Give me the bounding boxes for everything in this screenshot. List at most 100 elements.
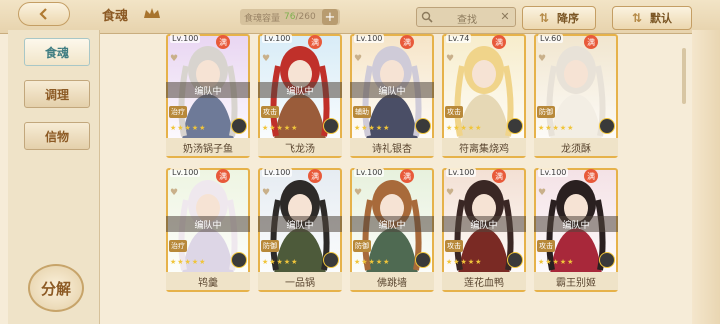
food-soul-grid: Lv.100 满 ♥ 编队中 治疗 ★★★★★ 奶汤锅子鱼 Lv.100 满 ♥… <box>166 30 676 324</box>
character-name: 佛跳墙 <box>350 272 434 290</box>
food-soul-card[interactable]: Lv.74 满 ♥ 攻击 ★★★★★ 符离集烧鸡 <box>442 34 526 158</box>
full-badge: 满 <box>400 35 414 49</box>
food-soul-card[interactable]: Lv.100 满 ♥ 编队中 治疗 ★★★★★ 奶汤锅子鱼 <box>166 34 250 158</box>
special-skill-icon <box>507 118 523 134</box>
character-name: 霸王别姬 <box>534 272 618 290</box>
star-rating: ★★★★★ <box>262 258 299 266</box>
sort-icon: ⇅ <box>631 11 643 25</box>
star-rating: ★★★★★ <box>354 124 391 132</box>
heart-icon[interactable]: ♥ <box>170 54 180 64</box>
full-badge: 满 <box>492 35 506 49</box>
star-rating: ★★★★★ <box>538 124 575 132</box>
heart-icon[interactable]: ♥ <box>354 188 364 198</box>
food-soul-card[interactable]: Lv.100 满 ♥ 编队中 辅助 ★★★★★ 诗礼银杏 <box>350 34 434 158</box>
food-soul-card[interactable]: Lv.100 满 ♥ 编队中 攻击 ★★★★★ 飞龙汤 <box>258 34 342 158</box>
search-input[interactable]: 查找 ✕ <box>416 7 516 27</box>
level-label: Lv.60 <box>538 34 564 43</box>
food-soul-card[interactable]: Lv.100 满 ♥ 编队中 攻击 ★★★★★ 莲花血鸭 <box>442 168 526 292</box>
special-skill-icon <box>231 118 247 134</box>
level-label: Lv.100 <box>262 168 293 177</box>
food-soul-card[interactable]: Lv.100 满 ♥ 编队中 防御 ★★★★★ 佛跳墙 <box>350 168 434 292</box>
star-rating: ★★★★★ <box>538 258 575 266</box>
full-badge: 满 <box>492 169 506 183</box>
team-status: 编队中 <box>166 82 250 98</box>
capacity-label: 食魂容量 <box>244 13 281 24</box>
heart-icon[interactable]: ♥ <box>446 54 456 64</box>
search-placeholder: 查找 <box>457 15 477 26</box>
star-rating: ★★★★★ <box>170 124 207 132</box>
team-status: 编队中 <box>350 82 434 98</box>
star-rating: ★★★★★ <box>446 258 483 266</box>
star-rating: ★★★★★ <box>170 258 207 266</box>
star-rating: ★★★★★ <box>262 124 299 132</box>
food-soul-card[interactable]: Lv.100 满 ♥ 编队中 攻击 ★★★★★ 霸王别姬 <box>534 168 618 292</box>
search-icon <box>421 11 433 23</box>
role-badge: 防御 <box>537 106 555 118</box>
sort-default-label: 默认 <box>650 12 673 25</box>
sort-descending-button[interactable]: ⇅ 降序 <box>522 6 596 30</box>
clear-search-button[interactable]: ✕ <box>498 10 512 24</box>
role-badge: 防御 <box>353 240 371 252</box>
full-badge: 满 <box>216 169 230 183</box>
level-label: Lv.100 <box>538 168 569 177</box>
character-name: 龙须酥 <box>534 138 618 156</box>
role-badge: 治疗 <box>169 106 187 118</box>
crown-icon <box>144 8 160 18</box>
role-badge: 攻击 <box>537 240 555 252</box>
heart-icon[interactable]: ♥ <box>354 54 364 64</box>
full-badge: 满 <box>584 169 598 183</box>
food-soul-card[interactable]: Lv.60 满 ♥ 防御 ★★★★★ 龙须酥 <box>534 34 618 158</box>
role-badge: 攻击 <box>261 106 279 118</box>
star-rating: ★★★★★ <box>446 124 483 132</box>
character-name: 鸨羹 <box>166 272 250 290</box>
role-badge: 攻击 <box>445 240 463 252</box>
special-skill-icon <box>415 118 431 134</box>
special-skill-icon <box>599 118 615 134</box>
heart-icon[interactable]: ♥ <box>262 188 272 198</box>
level-label: Lv.100 <box>354 168 385 177</box>
special-skill-icon <box>415 252 431 268</box>
sidebar: 食魂 调理 信物 分解 <box>8 30 100 324</box>
food-soul-card[interactable]: Lv.100 满 ♥ 编队中 防御 ★★★★★ 一品锅 <box>258 168 342 292</box>
level-label: Lv.100 <box>446 168 477 177</box>
role-badge: 攻击 <box>445 106 463 118</box>
special-skill-icon <box>507 252 523 268</box>
tab-conditioning[interactable]: 调理 <box>24 80 90 108</box>
scrollbar[interactable] <box>682 48 686 104</box>
team-status: 编队中 <box>350 216 434 232</box>
role-badge: 治疗 <box>169 240 187 252</box>
capacity-count: 76 <box>284 12 296 22</box>
character-name: 奶汤锅子鱼 <box>166 138 250 156</box>
heart-icon[interactable]: ♥ <box>446 188 456 198</box>
level-label: Lv.100 <box>354 34 385 43</box>
special-skill-icon <box>323 118 339 134</box>
sort-default-button[interactable]: ⇅ 默认 <box>612 6 692 30</box>
tab-food-soul[interactable]: 食魂 <box>24 38 90 66</box>
add-capacity-button[interactable]: + <box>322 9 338 25</box>
food-soul-card[interactable]: Lv.100 满 ♥ 编队中 治疗 ★★★★★ 鸨羹 <box>166 168 250 292</box>
heart-icon[interactable]: ♥ <box>538 188 548 198</box>
left-chevron-icon <box>39 8 47 20</box>
level-label: Lv.100 <box>262 34 293 43</box>
role-badge: 防御 <box>261 240 279 252</box>
special-skill-icon <box>231 252 247 268</box>
role-badge: 辅助 <box>353 106 371 118</box>
tab-tokens[interactable]: 信物 <box>24 122 90 150</box>
team-status: 编队中 <box>166 216 250 232</box>
capacity-total: /260 <box>295 12 316 22</box>
character-name: 符离集烧鸡 <box>442 138 526 156</box>
team-status: 编队中 <box>442 216 526 232</box>
top-bar: 食魂 食魂容量 76/260 + 查找 ✕ ⇅ 降序 ⇅ 默认 <box>0 0 720 34</box>
full-badge: 满 <box>400 169 414 183</box>
special-skill-icon <box>599 252 615 268</box>
sort-descending-label: 降序 <box>557 12 580 25</box>
full-badge: 满 <box>584 35 598 49</box>
character-name: 飞龙汤 <box>258 138 342 156</box>
team-status: 编队中 <box>258 216 342 232</box>
heart-icon[interactable]: ♥ <box>262 54 272 64</box>
character-name: 一品锅 <box>258 272 342 290</box>
heart-icon[interactable]: ♥ <box>538 54 548 64</box>
heart-icon[interactable]: ♥ <box>170 188 180 198</box>
decompose-button[interactable]: 分解 <box>28 264 84 312</box>
right-edge-decoration <box>692 30 720 324</box>
